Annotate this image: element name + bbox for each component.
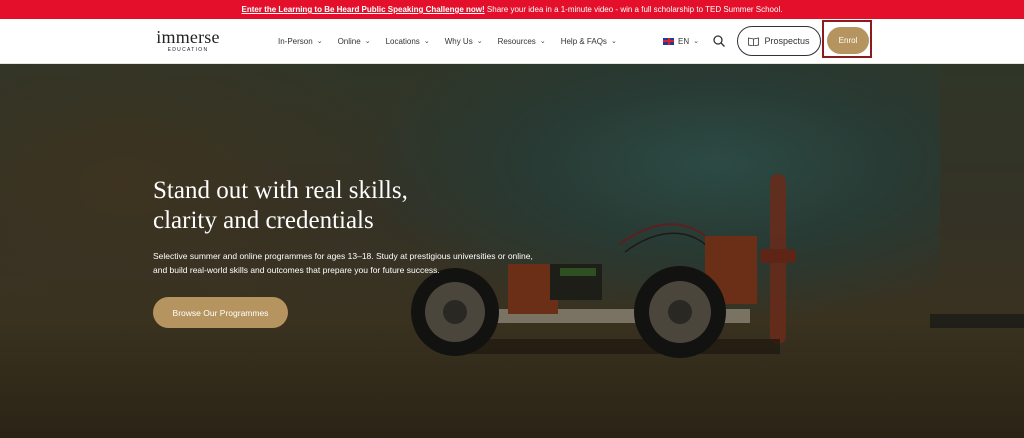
header-nav: immerse EDUCATION In-Person ⌄ Online ⌄ Loc… (0, 19, 1024, 64)
hero-headline: Stand out with real skills, clarity and … (153, 177, 408, 234)
nav-item-resources[interactable]: Resources ⌄ (498, 37, 546, 46)
chevron-down-icon: ⌄ (364, 38, 371, 45)
chevron-down-icon: ⌄ (610, 38, 617, 45)
nav-item-label: Locations (385, 36, 420, 46)
language-selector[interactable]: EN ⌄ (663, 19, 699, 63)
chevron-down-icon: ⌄ (693, 38, 699, 45)
browse-programmes-label: Browse Our Programmes (172, 307, 269, 318)
logo[interactable]: immerse EDUCATION (153, 28, 223, 53)
nav-item-label: Resources (497, 36, 536, 46)
nav-item-locations[interactable]: Locations ⌄ (386, 37, 430, 46)
chevron-down-icon: ⌄ (423, 38, 430, 45)
nav-item-label: Why Us (444, 36, 473, 46)
uk-flag-icon (663, 37, 674, 45)
hero-background-shadow (930, 314, 1024, 328)
browse-programmes-button[interactable]: Browse Our Programmes (153, 297, 288, 328)
chevron-down-icon: ⌄ (316, 38, 323, 45)
announcement-link[interactable]: Enter the Learning to Be Heard Public Sp… (242, 5, 485, 14)
search-icon[interactable] (712, 34, 726, 48)
nav-item-why-us[interactable]: Why Us ⌄ (445, 37, 483, 46)
hero-section: Stand out with real skills, clarity and … (0, 64, 1024, 438)
nav-item-label: Help & FAQs (560, 36, 607, 46)
language-label: EN (678, 36, 690, 46)
nav-item-label: In-Person (278, 36, 313, 46)
logo-subtitle: EDUCATION (167, 47, 209, 53)
enrol-label: Enrol (838, 36, 858, 45)
chevron-down-icon: ⌄ (539, 38, 546, 45)
hero-subtext: Selective summer and online programmes f… (153, 251, 533, 275)
prospectus-button[interactable]: Prospectus (737, 26, 821, 56)
book-icon (748, 37, 760, 46)
chevron-down-icon: ⌄ (476, 38, 483, 45)
nav-item-help-faqs[interactable]: Help & FAQs ⌄ (561, 37, 617, 46)
prospectus-label: Prospectus (764, 36, 810, 46)
nav-item-label: Online (337, 36, 361, 46)
nav-item-online[interactable]: Online ⌄ (338, 37, 371, 46)
announcement-bar: Enter the Learning to Be Heard Public Sp… (0, 0, 1024, 19)
nav-item-in-person[interactable]: In-Person ⌄ (278, 37, 323, 46)
enrol-button[interactable]: Enrol (827, 27, 869, 54)
main-nav: In-Person ⌄ Online ⌄ Locations ⌄ Why Us ⌄ Re… (278, 19, 632, 63)
announcement-text: Share your idea in a 1-minute video - wi… (484, 5, 783, 14)
logo-wordmark: immerse (156, 27, 220, 47)
